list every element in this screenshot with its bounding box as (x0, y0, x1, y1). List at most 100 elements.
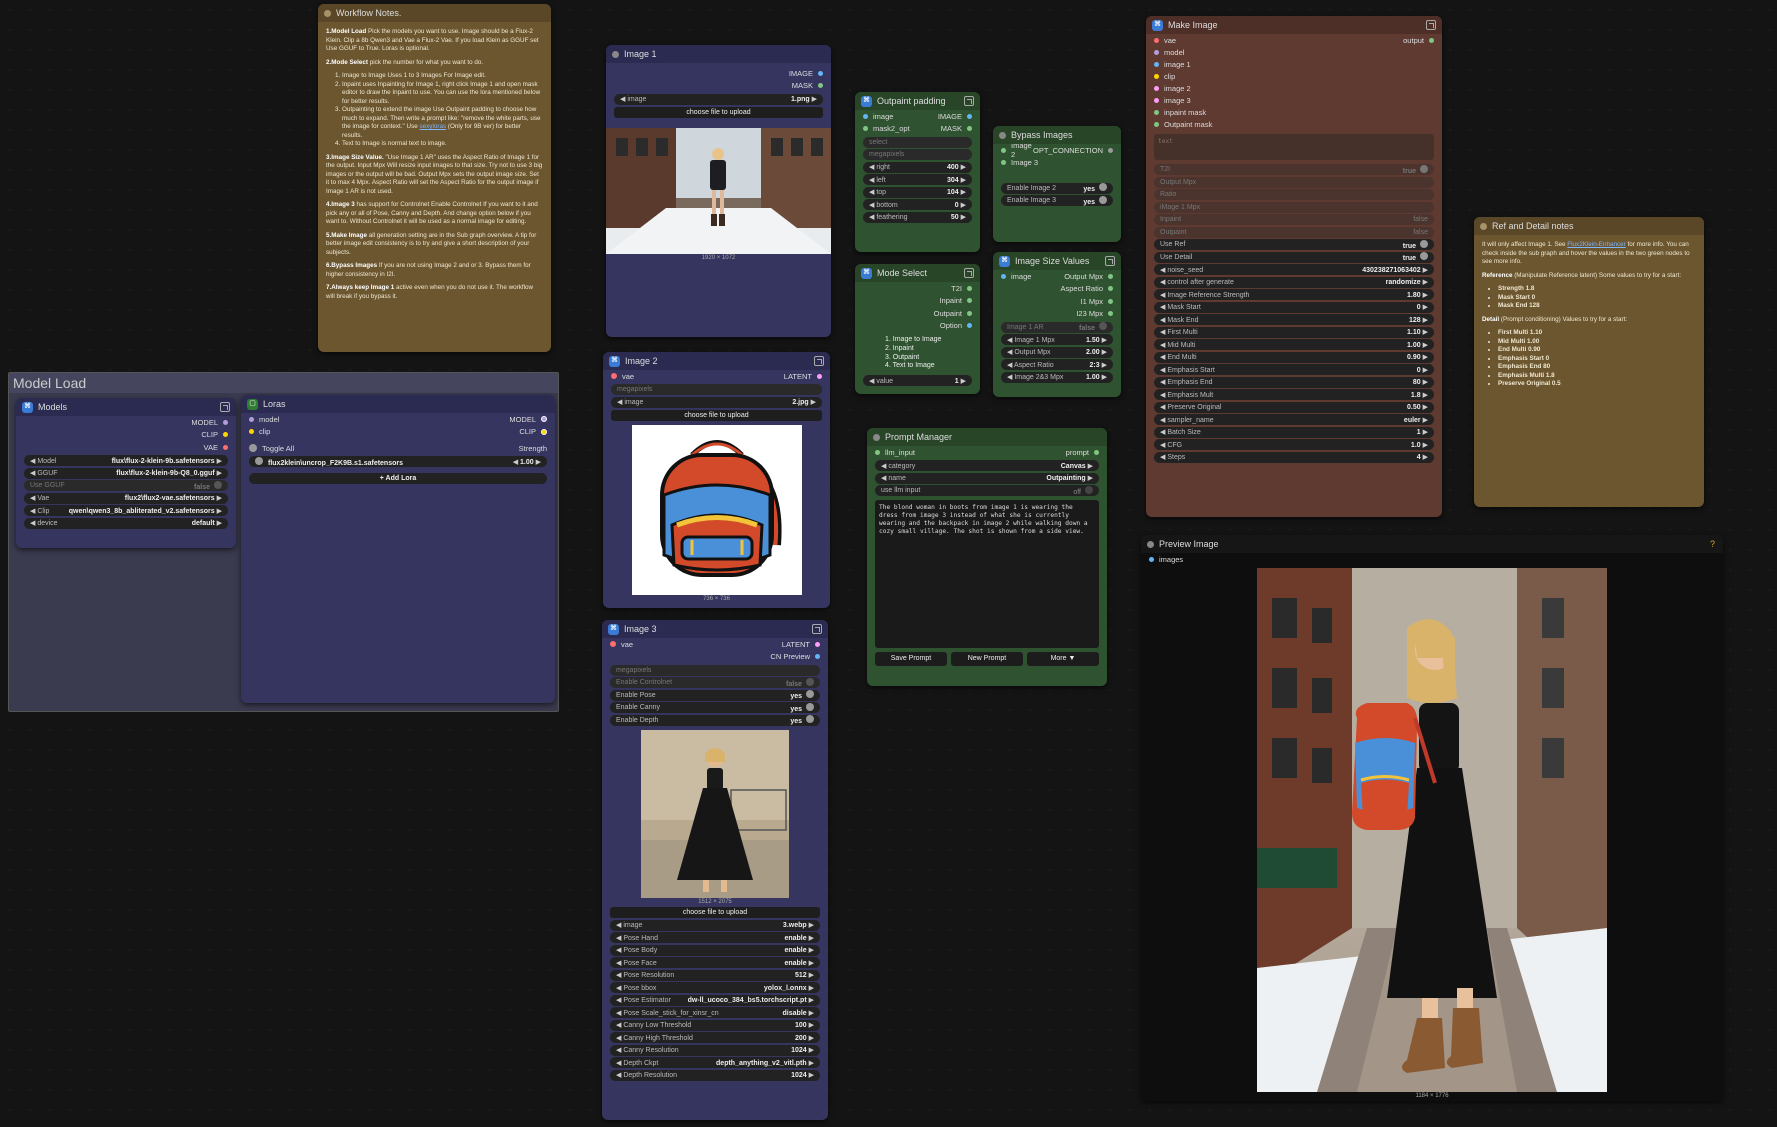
arrow-right-icon[interactable]: ▶ (809, 1035, 814, 1042)
toggle-knob-icon[interactable] (806, 702, 814, 711)
toggle-knob-icon[interactable] (806, 715, 814, 723)
slot-dot-icon[interactable] (1154, 37, 1159, 43)
image23-mpx-input[interactable]: ◀ Image 2&3 Mpx 1.00 ▶ (1001, 371, 1113, 383)
top-input[interactable]: ◀ top 104 ▶ (863, 186, 972, 198)
arrow-left-icon[interactable]: ◀ (616, 1022, 621, 1029)
arrow-right-icon[interactable]: ▶ (217, 508, 222, 515)
arrow-right-icon[interactable]: ▶ (1423, 354, 1428, 361)
mode-select-title-bar[interactable]: ⌘ Mode Select (855, 264, 980, 282)
image3-combo[interactable]: ◀ image 3.webp ▶ (610, 919, 820, 931)
arrow-left-icon[interactable]: ◀ (1160, 442, 1165, 449)
slot-dot-icon[interactable] (815, 654, 820, 660)
mode-select-node[interactable]: ⌘ Mode Select T2I Inpaint Outpaint Optio… (855, 264, 980, 394)
arrow-right-icon[interactable]: ▶ (1423, 267, 1428, 274)
arrow-left-icon[interactable]: ◀ (30, 458, 35, 465)
aspect-ratio-combo[interactable]: ◀ Aspect Ratio 2:3 ▶ (1001, 359, 1113, 370)
feathering-input[interactable]: ◀ feathering 50 ▶ (863, 211, 972, 223)
arrow-right-icon[interactable]: ▶ (809, 997, 814, 1004)
toggle-knob-icon[interactable] (806, 690, 814, 698)
arrow-right-icon[interactable]: ▶ (1102, 337, 1107, 344)
expand-icon[interactable] (964, 96, 974, 106)
slot-row[interactable]: vae LATENT (603, 370, 830, 383)
pose-bbox-combo[interactable]: ◀ Pose bbox yolox_l.onnx ▶ (610, 982, 820, 993)
slot-dot-icon[interactable] (1154, 97, 1159, 103)
slot-dot-icon[interactable] (223, 419, 228, 425)
add-lora-button[interactable]: + Add Lora (249, 473, 547, 484)
first-multi-input[interactable]: ◀ First Multi 1.10 ▶ (1154, 326, 1434, 338)
slot-row[interactable]: mask2_opt MASK (855, 123, 980, 136)
slot-row[interactable]: image IMAGE (855, 110, 980, 123)
image1-ar-toggle[interactable]: Image 1 AR false (1001, 321, 1113, 333)
arrow-right-icon[interactable]: ▶ (217, 470, 222, 477)
enable-controlnet-toggle[interactable]: Enable Controlnet false (610, 677, 820, 688)
slot-row[interactable]: image Output Mpx (993, 270, 1121, 283)
arrow-left-icon[interactable]: ◀ (617, 399, 622, 406)
arrow-left-icon[interactable]: ◀ (869, 189, 874, 196)
arrow-left-icon[interactable]: ◀ (30, 470, 35, 477)
arrow-right-icon[interactable]: ▶ (961, 164, 966, 171)
arrow-right-icon[interactable]: ▶ (1423, 279, 1428, 286)
slot-dot-icon[interactable] (1154, 49, 1159, 55)
slot-dot-icon[interactable] (249, 416, 254, 422)
collapse-dot-icon[interactable] (612, 50, 619, 58)
arrow-left-icon[interactable]: ◀ (1160, 317, 1165, 324)
batch-size-input[interactable]: ◀ Batch Size 1 ▶ (1154, 426, 1434, 438)
enable-image2-toggle[interactable]: Enable Image 2 yes (1001, 182, 1113, 194)
cfg-input[interactable]: ◀ CFG 1.0 ▶ (1154, 439, 1434, 450)
image2-title-bar[interactable]: ⌘ Image 2 (603, 352, 830, 370)
ratio-input[interactable]: Ratio (1154, 189, 1434, 200)
arrow-right-icon[interactable]: ▶ (961, 214, 966, 221)
input-slot-model[interactable]: model (1146, 46, 1442, 58)
image3-title-bar[interactable]: ⌘ Image 3 (602, 620, 828, 638)
enable-pose-toggle[interactable]: Enable Pose yes (610, 689, 820, 701)
arrow-right-icon[interactable]: ▶ (1423, 454, 1428, 461)
toggle-knob-icon[interactable] (1099, 322, 1107, 330)
slot-dot-icon[interactable] (863, 126, 868, 132)
size-values-title-bar[interactable]: ⌘ Image Size Values (993, 252, 1121, 270)
image-reference-strength-input[interactable]: ◀ Image Reference Strength 1.80 ▶ (1154, 289, 1434, 300)
arrow-right-icon[interactable]: ▶ (1423, 292, 1428, 299)
pose-estimator-combo[interactable]: ◀ Pose Estimator dw-ll_ucoco_384_bs5.torc… (610, 994, 820, 1006)
pose-face-combo[interactable]: ◀ Pose Face enable ▶ (610, 957, 820, 968)
preview-title-bar[interactable]: Preview Image ? (1141, 535, 1723, 553)
arrow-left-icon[interactable]: ◀ (869, 378, 874, 385)
arrow-left-icon[interactable]: ◀ (616, 1047, 621, 1054)
arrow-right-icon[interactable]: ▶ (536, 459, 541, 466)
slot-dot-icon[interactable] (611, 373, 617, 380)
slot-dot-icon[interactable] (1154, 109, 1159, 115)
output-mpx-input[interactable]: ◀ Output Mpx 2.00 ▶ (1001, 346, 1113, 358)
arrow-right-icon[interactable]: ▶ (961, 202, 966, 209)
output-slot-model[interactable]: MODEL (16, 416, 236, 429)
arrow-right-icon[interactable]: ▶ (812, 96, 817, 103)
toggle-all-row[interactable]: Toggle All Strength (241, 442, 555, 455)
toggle-knob-icon[interactable] (1099, 183, 1107, 191)
mask-end-input[interactable]: ◀ Mask End 128 ▶ (1154, 314, 1434, 325)
emphasis-mult-input[interactable]: ◀ Emphasis Mult 1.8 ▶ (1154, 389, 1434, 400)
arrow-right-icon[interactable]: ▶ (1088, 463, 1093, 470)
make-image-title-bar[interactable]: ⌘ Make Image (1146, 16, 1442, 34)
slot-dot-icon[interactable] (249, 429, 254, 435)
arrow-left-icon[interactable]: ◀ (1160, 379, 1165, 386)
output-slot-mask[interactable]: MASK (606, 80, 831, 93)
slot-dot-icon[interactable] (1108, 147, 1113, 153)
arrow-left-icon[interactable]: ◀ (869, 202, 874, 209)
mask-start-input[interactable]: ◀ Mask Start 0 ▶ (1154, 301, 1434, 313)
select-input[interactable]: select (863, 136, 972, 148)
emphasis-start-input[interactable]: ◀ Emphasis Start 0 ▶ (1154, 364, 1434, 375)
image1-mpx-input[interactable]: iMage 1 Mpx (1154, 201, 1434, 213)
output-slot-aspect-ratio[interactable]: Aspect Ratio (993, 283, 1121, 296)
steps-input[interactable]: ◀ Steps 4 ▶ (1154, 451, 1434, 463)
input-slot-outpaint-mask[interactable]: Outpaint mask (1146, 118, 1442, 130)
slot-dot-icon[interactable] (863, 113, 868, 119)
arrow-right-icon[interactable]: ▶ (1423, 379, 1428, 386)
output-slot-t2i[interactable]: T2I (855, 282, 980, 295)
arrow-left-icon[interactable]: ◀ (881, 475, 886, 482)
vae-combo[interactable]: ◀ Vae flux2\flux2-vae.safetensors ▶ (24, 492, 228, 504)
arrow-left-icon[interactable]: ◀ (1160, 304, 1165, 311)
toggle-knob-icon[interactable] (1420, 164, 1428, 173)
input-slot-image3[interactable]: image 3 (1146, 94, 1442, 106)
arrow-right-icon[interactable]: ▶ (809, 960, 814, 967)
slot-dot-icon[interactable] (1108, 273, 1113, 279)
slot-dot-icon[interactable] (1108, 311, 1113, 317)
arrow-left-icon[interactable]: ◀ (1007, 362, 1012, 369)
